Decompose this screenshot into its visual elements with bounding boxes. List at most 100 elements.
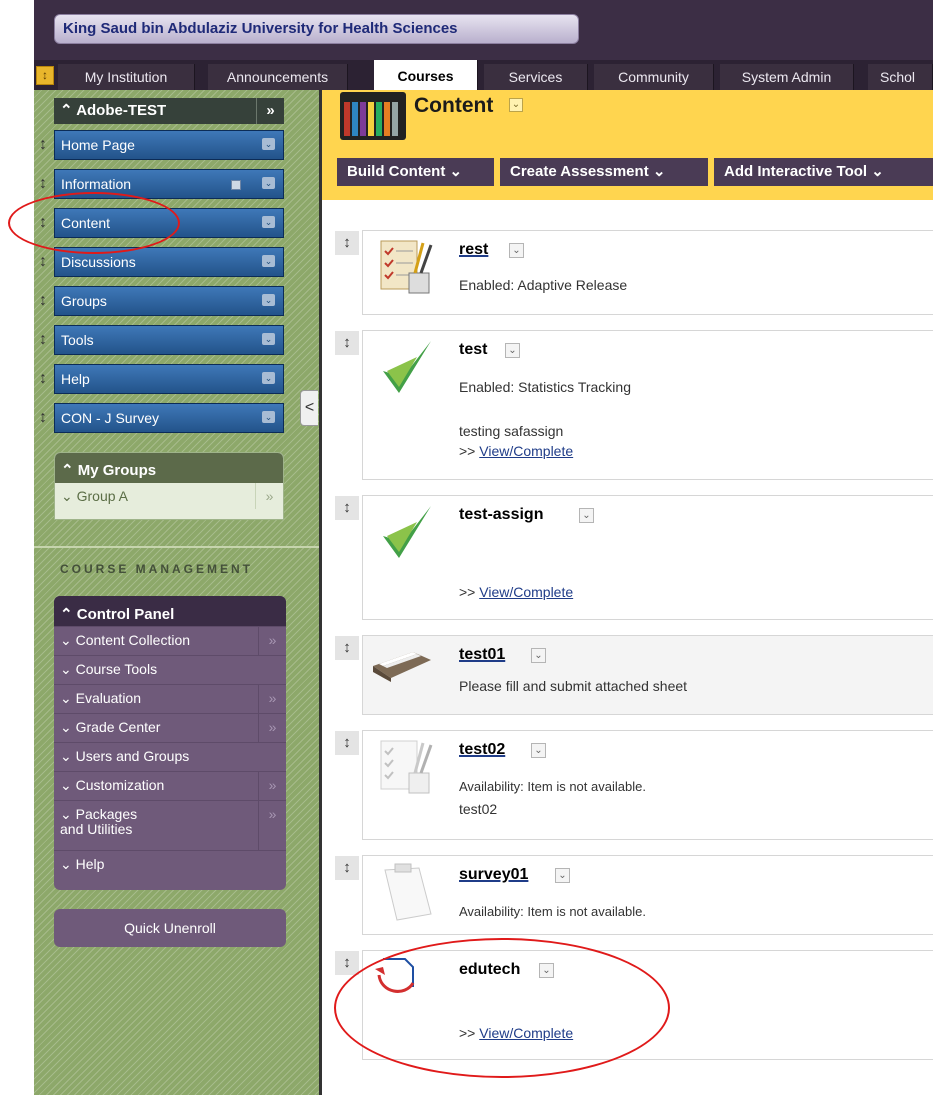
cp-item-evaluation[interactable]: ⌄ Evaluation» xyxy=(54,684,286,713)
hidden-item-icon xyxy=(231,180,241,190)
chevron-down-icon[interactable]: ⌄ xyxy=(262,255,275,267)
drag-handle-icon[interactable]: ↕ xyxy=(335,856,359,880)
view-complete-link[interactable]: View/Complete xyxy=(479,443,573,459)
tab-system-admin[interactable]: System Admin xyxy=(720,64,854,90)
menu-item-tools[interactable]: Tools ⌄ xyxy=(54,325,284,355)
expand-icon[interactable]: » xyxy=(258,685,286,713)
tab-announcements[interactable]: Announcements xyxy=(208,64,348,90)
menu-item-label[interactable]: Discussions xyxy=(61,254,136,270)
quick-unenroll-button[interactable]: Quick Unenroll xyxy=(54,909,286,947)
build-content-button[interactable]: Build Content ⌄ xyxy=(337,158,494,186)
drag-handle-icon[interactable]: ↕ xyxy=(36,176,50,192)
create-assessment-button[interactable]: Create Assessment ⌄ xyxy=(500,158,708,186)
course-name[interactable]: Adobe-TEST xyxy=(76,102,166,119)
cp-item-content-collection[interactable]: ⌄ Content Collection» xyxy=(54,626,286,655)
chevron-down-icon[interactable]: ⌄ xyxy=(579,508,594,523)
drag-handle-icon[interactable]: ↕ xyxy=(335,951,359,975)
expand-icon[interactable]: » xyxy=(258,772,286,800)
drag-handle-icon[interactable]: ↕ xyxy=(36,371,50,387)
action-label[interactable]: Add Interactive Tool xyxy=(724,163,867,180)
cp-item-packages-and-utilities[interactable]: ⌄ Packages and Utilities» xyxy=(54,800,286,850)
drag-handle-icon[interactable]: ↕ xyxy=(335,636,359,660)
cp-item-users-and-groups[interactable]: ⌄ Users and Groups xyxy=(54,742,286,771)
status-label: Enabled: xyxy=(459,277,515,293)
chevron-down-icon[interactable]: ⌄ xyxy=(262,372,275,384)
course-management-label: COURSE MANAGEMENT xyxy=(60,562,254,576)
cp-item-grade-center[interactable]: ⌄ Grade Center» xyxy=(54,713,286,742)
menu-item-label[interactable]: CON - J Survey xyxy=(61,410,159,426)
chevron-down-icon[interactable]: ⌄ xyxy=(262,138,275,150)
tab-courses[interactable]: Courses xyxy=(374,60,478,90)
group-label[interactable]: Group A xyxy=(77,488,128,504)
tab-services[interactable]: Services xyxy=(484,64,588,90)
chevron-down-icon[interactable]: ⌄ xyxy=(262,333,275,345)
menu-item-label[interactable]: Information xyxy=(61,176,131,192)
cp-item-customization[interactable]: ⌄ Customization» xyxy=(54,771,286,800)
drag-handle-icon[interactable]: ↕ xyxy=(36,137,50,153)
my-groups-header[interactable]: ⌃ My Groups xyxy=(55,453,283,483)
tab-community[interactable]: Community xyxy=(594,64,714,90)
control-panel-title[interactable]: Control Panel xyxy=(77,606,175,623)
cp-item-label[interactable]: Content Collection xyxy=(76,632,190,648)
action-label[interactable]: Create Assessment xyxy=(510,163,649,180)
menu-item-label[interactable]: Tools xyxy=(61,332,94,348)
chevron-down-icon[interactable]: ⌄ xyxy=(262,294,275,306)
tab-scholar[interactable]: Schol xyxy=(868,64,933,90)
item-title-link[interactable]: test01 xyxy=(459,646,505,664)
cp-item-label[interactable]: Users and Groups xyxy=(76,748,190,764)
drag-handle-icon[interactable]: ↕ xyxy=(36,410,50,426)
item-title[interactable]: test xyxy=(459,341,487,359)
chevron-down-icon[interactable]: ⌄ xyxy=(262,216,275,228)
chevron-down-icon[interactable]: ⌄ xyxy=(509,243,524,258)
my-groups-title[interactable]: My Groups xyxy=(78,462,156,479)
drag-handle-icon[interactable]: ↕ xyxy=(36,293,50,309)
menu-item-con-j-survey[interactable]: CON - J Survey ⌄ xyxy=(54,403,284,433)
menu-item-label[interactable]: Help xyxy=(61,371,90,387)
expand-icon[interactable]: » xyxy=(258,627,286,655)
chevron-down-icon[interactable]: ⌄ xyxy=(505,343,520,358)
drag-handle-icon[interactable]: ↕ xyxy=(36,332,50,348)
assignment-icon xyxy=(380,740,433,794)
action-label[interactable]: Build Content xyxy=(347,163,445,180)
chevron-down-icon[interactable]: ⌄ xyxy=(262,177,275,189)
menu-item-label[interactable]: Groups xyxy=(61,293,107,309)
cp-item-course-tools[interactable]: ⌄ Course Tools xyxy=(54,655,286,684)
cp-item-label[interactable]: Course Tools xyxy=(76,661,157,677)
menu-item-label[interactable]: Home Page xyxy=(61,137,135,153)
view-complete-link[interactable]: View/Complete xyxy=(479,584,573,600)
item-title-link[interactable]: test02 xyxy=(459,741,505,759)
collapse-menu-icon[interactable]: < xyxy=(300,390,318,426)
expand-group-icon[interactable]: » xyxy=(255,483,283,509)
cp-item-label[interactable]: Help xyxy=(76,856,105,872)
menu-item-groups[interactable]: Groups ⌄ xyxy=(54,286,284,316)
cp-item-label[interactable]: Evaluation xyxy=(76,690,141,706)
chevron-down-icon[interactable]: ⌄ xyxy=(555,868,570,883)
tab-my-institution[interactable]: My Institution xyxy=(58,64,195,90)
expand-icon[interactable]: » xyxy=(258,714,286,742)
item-title[interactable]: test-assign xyxy=(459,506,543,524)
drag-handle-icon[interactable]: ↕ xyxy=(335,731,359,755)
cp-item-label[interactable]: Grade Center xyxy=(76,719,161,735)
institution-name[interactable]: King Saud bin Abdulaziz University for H… xyxy=(54,14,579,44)
tab-toggle-icon[interactable]: ↕ xyxy=(36,66,54,85)
menu-item-home-page[interactable]: Home Page ⌄ xyxy=(54,130,284,160)
cp-item-label[interactable]: Customization xyxy=(76,777,165,793)
expand-course-icon[interactable]: » xyxy=(256,98,284,124)
chevron-down-icon[interactable]: ⌄ xyxy=(509,98,523,112)
drag-handle-icon[interactable]: ↕ xyxy=(335,231,359,255)
group-item[interactable]: ⌄ Group A» xyxy=(55,483,283,511)
course-title-bar[interactable]: ⌃ Adobe-TEST » xyxy=(54,98,284,124)
add-interactive-tool-button[interactable]: Add Interactive Tool ⌄ xyxy=(714,158,933,186)
drag-handle-icon[interactable]: ↕ xyxy=(36,254,50,270)
drag-handle-icon[interactable]: ↕ xyxy=(335,496,359,520)
item-title-link[interactable]: rest xyxy=(459,241,488,259)
chevron-down-icon[interactable]: ⌄ xyxy=(531,648,546,663)
item-title-link[interactable]: survey01 xyxy=(459,866,528,884)
expand-icon[interactable]: » xyxy=(258,801,286,850)
menu-item-help[interactable]: Help ⌄ xyxy=(54,364,284,394)
drag-handle-icon[interactable]: ↕ xyxy=(335,331,359,355)
control-panel-header[interactable]: ⌃ Control Panel xyxy=(54,596,286,626)
chevron-down-icon[interactable]: ⌄ xyxy=(262,411,275,423)
chevron-down-icon[interactable]: ⌄ xyxy=(531,743,546,758)
cp-item-help[interactable]: ⌄ Help xyxy=(54,850,286,880)
